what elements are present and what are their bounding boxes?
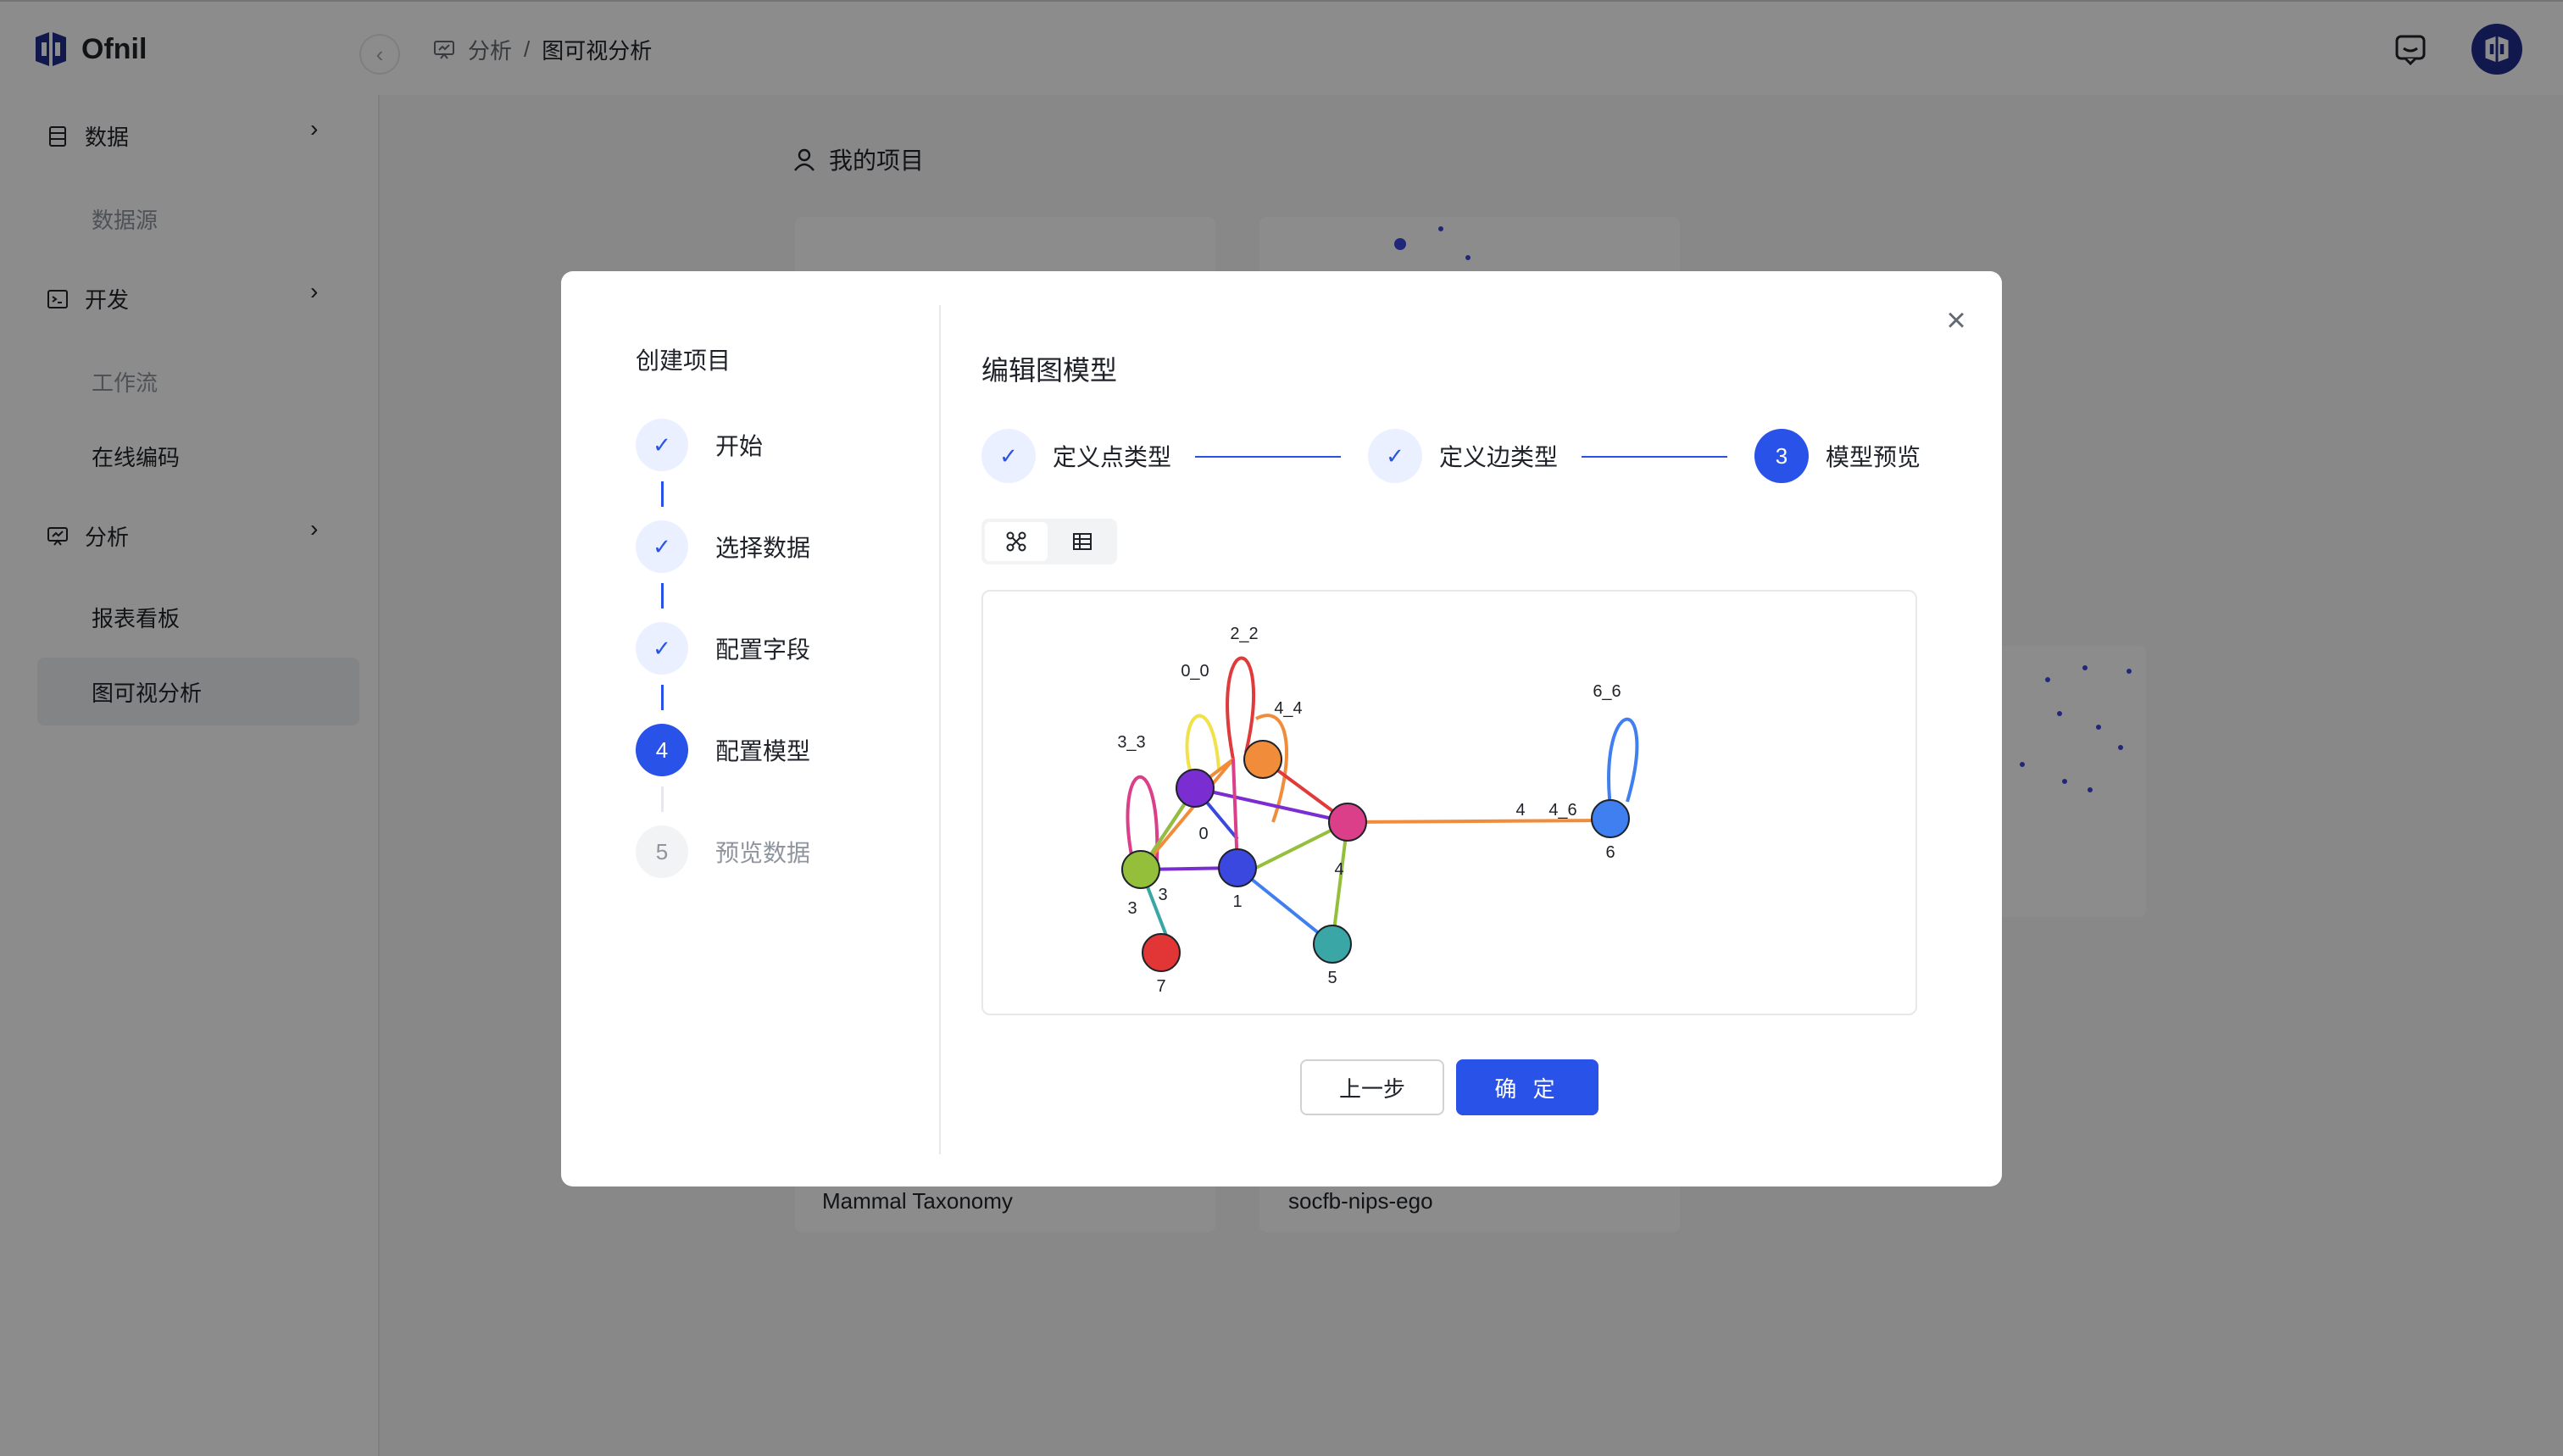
step-number: 4 xyxy=(636,724,688,776)
graph-view-icon xyxy=(1006,531,1026,552)
node-label: 1 xyxy=(1232,892,1242,911)
graph-preview[interactable]: 0_0 2_2 3_3 4_4 6_6 1 5 6 7 0 4_6 4 4 3 … xyxy=(981,590,1917,1015)
close-button[interactable]: × xyxy=(1936,300,1976,341)
step-connector xyxy=(661,685,664,710)
substep-label: 定义点类型 xyxy=(1053,444,1172,470)
substep-define-vertex: ✓ 定义点类型 xyxy=(981,429,1171,483)
substep-label: 定义边类型 xyxy=(1439,444,1559,470)
edge-label: 3 xyxy=(1158,886,1167,904)
edge-label: 4_6 xyxy=(1548,801,1576,820)
node-label: 6 xyxy=(1605,843,1615,862)
edge-label: 0 xyxy=(1198,825,1208,843)
check-icon: ✓ xyxy=(636,520,688,573)
prev-step-button[interactable]: 上一步 xyxy=(1300,1059,1444,1115)
step-label: 配置模型 xyxy=(715,738,811,764)
check-icon: ✓ xyxy=(636,622,688,675)
node-label: 7 xyxy=(1156,977,1165,996)
node-label: 5 xyxy=(1327,969,1337,987)
step-label: 选择数据 xyxy=(715,535,811,561)
graph-canvas: 0_0 2_2 3_3 4_4 6_6 1 5 6 7 0 4_6 4 4 3 … xyxy=(1117,625,1639,996)
substep-label: 模型预览 xyxy=(1826,444,1921,470)
step-config-model: 4 配置模型 xyxy=(636,724,810,776)
step-label: 配置字段 xyxy=(715,636,811,663)
edge-label: 4 xyxy=(1515,801,1525,820)
step-number: 5 xyxy=(636,825,688,878)
graph-view-button[interactable] xyxy=(985,522,1048,561)
edge-label: 4 xyxy=(1334,860,1343,879)
step-label: 开始 xyxy=(715,433,764,459)
loop-label: 2_2 xyxy=(1230,625,1258,643)
substep-connector xyxy=(1582,456,1727,458)
step-connector xyxy=(661,583,664,609)
step-connector xyxy=(661,786,664,812)
step-select-data: ✓ 选择数据 xyxy=(636,520,810,573)
modal-left-title: 创建项目 xyxy=(636,347,731,374)
table-icon xyxy=(1073,533,1092,550)
step-preview-data: 5 预览数据 xyxy=(636,825,810,878)
step-start: ✓ 开始 xyxy=(636,419,763,471)
view-toggle xyxy=(981,519,1117,564)
step-config-fields: ✓ 配置字段 xyxy=(636,622,810,675)
close-icon: × xyxy=(1946,301,1966,339)
loop-label: 6_6 xyxy=(1593,682,1621,701)
loop-label: 3_3 xyxy=(1117,733,1145,752)
create-project-modal: × 创建项目 ✓ 开始 ✓ 选择数据 ✓ 配置字段 4 配置模型 5 预览数据 … xyxy=(561,271,2002,1186)
check-icon: ✓ xyxy=(636,419,688,471)
table-view-button[interactable] xyxy=(1051,522,1114,561)
check-icon: ✓ xyxy=(981,429,1036,483)
confirm-button[interactable]: 确 定 xyxy=(1456,1059,1598,1115)
step-connector xyxy=(661,481,664,507)
step-label: 预览数据 xyxy=(715,840,811,866)
edge-label: 3 xyxy=(1127,899,1137,918)
check-icon: ✓ xyxy=(1368,429,1422,483)
substep-define-edge: ✓ 定义边类型 xyxy=(1368,429,1558,483)
step-number: 3 xyxy=(1754,429,1809,483)
substep-model-preview: 3 模型预览 xyxy=(1754,429,1921,483)
loop-label: 4_4 xyxy=(1274,699,1302,718)
modal-right-title: 编辑图模型 xyxy=(981,355,1118,386)
loop-label: 0_0 xyxy=(1181,662,1209,681)
substep-connector xyxy=(1195,456,1341,458)
modal-divider xyxy=(939,305,941,1154)
